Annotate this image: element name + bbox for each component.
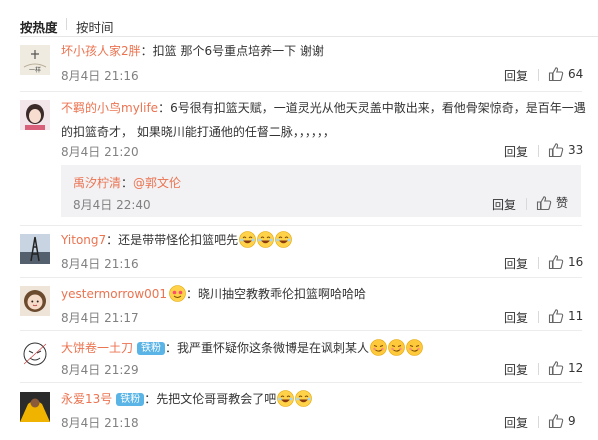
action-divider (538, 257, 539, 269)
comment-time: 8月4日 21:17 (61, 311, 139, 325)
thumbs-up-icon (548, 361, 564, 376)
thumbs-up-icon (548, 255, 564, 270)
comment-text-line: 坏小孩人家2胖：扣篮 那个6号重点培养一下 谢谢 (61, 43, 324, 59)
reply-button[interactable]: 回复 (504, 309, 528, 326)
fan-emoji-icon (169, 285, 186, 302)
action-divider (538, 363, 539, 375)
comment-text-line: 永爱13号 铁粉 ：先把文伦哥哥教会了吧 (61, 390, 313, 407)
nested-reply-text-line: 禹汐柠清：@郭文伦 (73, 175, 181, 191)
nested-reply-text: ： (121, 176, 134, 190)
comment-text-line: yestermorrow001 ：晓川抽空教教乖伦扣篮啊哈哈哈 (61, 285, 366, 302)
comment-text: ：6号很有扣篮天赋，一道灵光从他天灵盖中散出来，看他骨架惊奇，是百年一遇 (158, 101, 586, 115)
svg-text:一样: 一样 (29, 66, 41, 74)
laughing-emoji-icon (239, 231, 256, 248)
thumbs-up-icon (548, 67, 564, 82)
comment-text: ：晓川抽空教教乖伦扣篮啊哈哈哈 (186, 287, 367, 301)
comment-username[interactable]: 永爱13号 (61, 392, 112, 406)
comment-time: 8月4日 21:16 (61, 69, 139, 83)
avatar[interactable] (20, 339, 50, 369)
comment-username[interactable]: yestermorrow001 (61, 287, 167, 301)
sort-bar: 按热度 按时间 (0, 0, 598, 40)
nested-reply-username[interactable]: 禹汐柠清 (73, 176, 121, 190)
row-divider (20, 330, 582, 331)
comment-time: 8月4日 21:29 (61, 363, 139, 377)
nested-reply-time: 8月4日 22:40 (73, 198, 151, 212)
fan-badge-icon[interactable]: 铁粉 (116, 393, 145, 406)
action-divider (538, 311, 539, 323)
like-count: 16 (568, 255, 584, 269)
thumbs-up-icon (536, 196, 552, 211)
thumbs-up-icon (548, 309, 564, 324)
comment-text: ：还是带带怪伦扣篮吧先 (106, 233, 239, 247)
sort-by-time-tab[interactable]: 按时间 (76, 17, 114, 36)
like-count: 64 (568, 67, 584, 81)
thumbs-up-icon (548, 143, 564, 158)
comment-time: 8月4日 21:16 (61, 257, 139, 271)
smirk-emoji-icon (406, 339, 423, 356)
like-label: 赞 (556, 196, 569, 210)
reply-button[interactable]: 回复 (504, 143, 528, 160)
action-divider (538, 416, 539, 428)
sort-by-hot-tab[interactable]: 按热度 (20, 17, 58, 36)
comment-username[interactable]: 不羁的小鸟mylife (61, 101, 158, 115)
avatar[interactable] (20, 234, 50, 264)
avatar[interactable]: 一样 (20, 45, 50, 75)
comment-text-line: 大饼卷一土刀 铁粉 ：我严重怀疑你这条微博是在讽刺某人 (61, 339, 423, 356)
sort-bar-divider (20, 36, 598, 37)
comment-username[interactable]: 坏小孩人家2胖 (61, 44, 141, 58)
reply-button[interactable]: 回复 (504, 255, 528, 272)
nested-like-button[interactable]: 赞 (536, 195, 576, 211)
like-count: 33 (568, 143, 584, 157)
nested-reply-button[interactable]: 回复 (492, 196, 516, 213)
like-count: 9 (568, 414, 576, 428)
nested-reply: 禹汐柠清：@郭文伦 8月4日 22:40 回复 赞 (61, 165, 581, 217)
comment-text-block: 不羁的小鸟mylife：6号很有扣篮天赋，一道灵光从他天灵盖中散出来，看他骨架惊… (61, 96, 586, 144)
row-divider (20, 225, 582, 226)
comment-text: ：先把文伦哥哥教会了吧 (144, 392, 277, 406)
avatar[interactable] (20, 392, 50, 422)
action-divider (538, 145, 539, 157)
comment-text: 的扣篮奇才， 如果晓川能打通他的任督二脉，，，，，， (61, 125, 335, 139)
reply-button[interactable]: 回复 (504, 361, 528, 378)
thumbs-up-icon (548, 414, 564, 429)
sort-divider (66, 18, 67, 30)
like-count: 11 (568, 309, 584, 323)
reply-button[interactable]: 回复 (504, 67, 528, 84)
reply-button[interactable]: 回复 (504, 414, 528, 431)
avatar[interactable] (20, 100, 50, 130)
avatar[interactable] (20, 286, 50, 316)
comment-text: ：我严重怀疑你这条微博是在讽刺某人 (165, 341, 370, 355)
fan-badge-icon[interactable]: 铁粉 (137, 342, 166, 355)
laughing-emoji-icon (277, 390, 295, 407)
action-divider (526, 198, 527, 210)
laughing-emoji-icon (275, 231, 292, 248)
row-divider (20, 91, 582, 92)
row-divider (20, 277, 582, 278)
smirk-emoji-icon (388, 339, 405, 356)
comment-text-line: Yitong7：还是带带怪伦扣篮吧先 (61, 231, 292, 248)
comment-text: ：扣篮 那个6号重点培养一下 谢谢 (140, 44, 324, 58)
comment-time: 8月4日 21:20 (61, 145, 139, 159)
laughing-emoji-icon (295, 390, 313, 407)
laughing-emoji-icon (257, 231, 274, 248)
like-count: 12 (568, 361, 584, 375)
action-divider (538, 69, 539, 81)
row-divider (20, 382, 582, 383)
comment-username[interactable]: Yitong7 (61, 233, 106, 247)
smirk-emoji-icon (370, 339, 387, 356)
comment-username[interactable]: 大饼卷一土刀 (61, 341, 133, 355)
mention-link[interactable]: @郭文伦 (133, 176, 181, 190)
comment-time: 8月4日 21:18 (61, 416, 139, 430)
